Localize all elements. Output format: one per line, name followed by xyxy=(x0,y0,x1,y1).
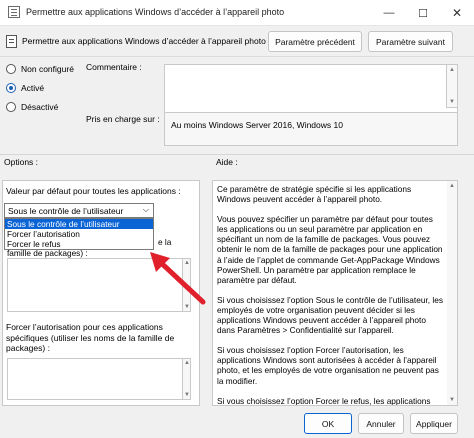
options-section-label: Options : xyxy=(4,157,39,167)
radio-disabled[interactable]: Désactivé xyxy=(6,102,58,112)
dropdown-option-force-allow[interactable]: Forcer l’autorisation xyxy=(5,229,153,239)
radio-not-configured[interactable]: Non configuré xyxy=(6,64,74,74)
next-setting-button[interactable]: Paramètre suivant xyxy=(368,31,453,52)
default-value-dropdown[interactable]: Sous le contrôle de l’utilisateur ⌵ xyxy=(4,203,154,218)
red-arrow-icon xyxy=(150,252,206,305)
comment-scrollbar[interactable]: ▲ ▼ xyxy=(446,64,458,108)
previous-setting-button[interactable]: Paramètre précédent xyxy=(268,31,362,52)
radio-label: Non configuré xyxy=(21,64,74,74)
default-value-label: Valeur par défaut pour toutes les applic… xyxy=(6,186,181,196)
scroll-up-icon[interactable]: ▲ xyxy=(449,183,455,189)
help-panel: Ce paramètre de stratégie spécifie si le… xyxy=(212,180,458,406)
radio-circle-icon xyxy=(6,102,16,112)
window-title: Permettre aux applications Windows d’acc… xyxy=(26,7,285,17)
obscured-label-end: e la xyxy=(158,237,172,247)
supported-on-label: Pris en charge sur : xyxy=(86,114,160,124)
cancel-button[interactable]: Annuler xyxy=(358,413,404,434)
minimize-button[interactable]: — xyxy=(372,0,406,26)
scroll-down-icon[interactable]: ▼ xyxy=(449,397,455,403)
radio-circle-icon xyxy=(6,64,16,74)
help-section-label: Aide : xyxy=(216,157,238,167)
policy-window-icon xyxy=(8,6,20,18)
dropdown-option-user-control[interactable]: Sous le contrôle de l’utilisateur xyxy=(5,219,153,229)
radio-circle-icon xyxy=(6,83,16,93)
chevron-down-icon: ⌵ xyxy=(142,205,149,214)
help-text: Ce paramètre de stratégie spécifie si le… xyxy=(217,184,443,406)
scroll-up-icon[interactable]: ▲ xyxy=(449,67,455,73)
policy-icon xyxy=(6,35,17,48)
ok-button[interactable]: OK xyxy=(304,413,352,434)
policy-name: Permettre aux applications Windows d’acc… xyxy=(22,36,266,46)
force-allow-apps-textarea[interactable] xyxy=(7,358,191,400)
dropdown-list: Sous le contrôle de l’utilisateur Forcer… xyxy=(4,218,154,250)
apply-button[interactable]: Appliquer xyxy=(410,413,458,434)
dropdown-option-force-deny[interactable]: Forcer le refus xyxy=(5,239,153,249)
help-paragraph: Si vous choisissez l’option Forcer l’aut… xyxy=(217,345,439,386)
close-button[interactable]: ✕ xyxy=(440,0,474,26)
divider xyxy=(0,154,474,155)
help-paragraph: Si vous choisissez l’option Sous le cont… xyxy=(217,294,443,336)
title-bar: Permettre aux applications Windows d’acc… xyxy=(0,0,474,26)
help-paragraph: Si vous choisissez l’option Forcer le re… xyxy=(217,395,431,406)
supported-on-text: Au moins Windows Server 2016, Windows 10 xyxy=(171,120,343,130)
dropdown-value: Sous le contrôle de l’utilisateur xyxy=(8,206,124,216)
comment-label: Commentaire : xyxy=(86,62,142,72)
help-paragraph: Ce paramètre de stratégie spécifie si le… xyxy=(217,184,412,205)
supported-on-value: Au moins Windows Server 2016, Windows 10 xyxy=(164,112,458,146)
scroll-up-icon[interactable]: ▲ xyxy=(184,360,190,366)
help-scrollbar[interactable]: ▲ ▼ xyxy=(447,181,457,405)
help-paragraph: Vous pouvez spécifier un paramètre par d… xyxy=(217,214,443,285)
textarea-scrollbar[interactable]: ▲ ▼ xyxy=(182,358,191,400)
scroll-down-icon[interactable]: ▼ xyxy=(184,392,190,398)
force-allow-label: Forcer l’autorisation pour ces applicati… xyxy=(6,322,175,353)
radio-label: Désactivé xyxy=(21,102,59,112)
maximize-button[interactable]: ☐ xyxy=(406,0,440,26)
scroll-down-icon[interactable]: ▼ xyxy=(449,99,455,105)
radio-label: Activé xyxy=(21,83,45,93)
radio-enabled[interactable]: Activé xyxy=(6,83,44,93)
